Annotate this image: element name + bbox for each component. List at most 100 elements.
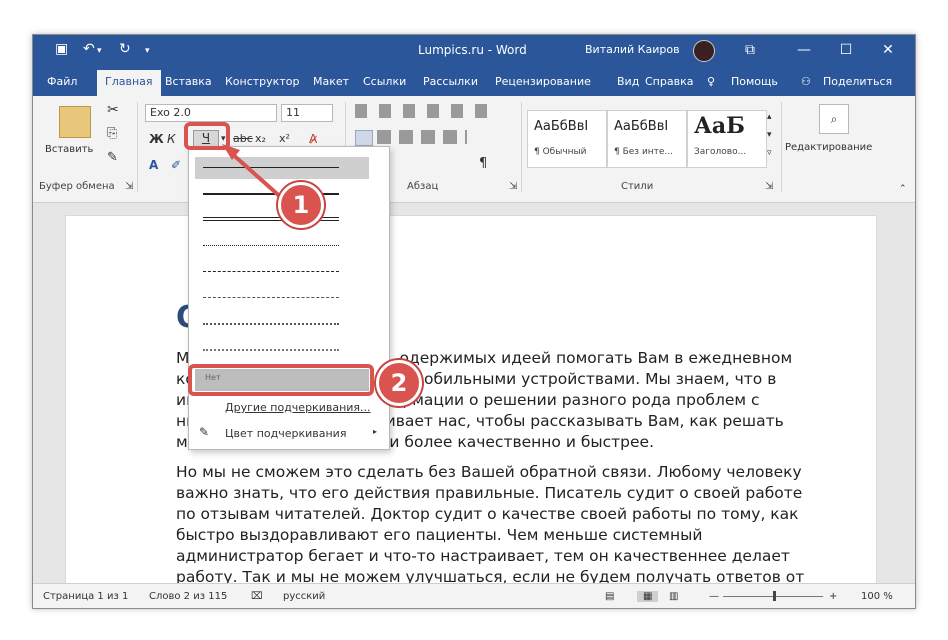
pilcrow-icon[interactable]: ¶ (479, 156, 487, 171)
paragraph-line: быстро выздоравливают его пациенты. Чем … (176, 526, 703, 544)
minimize-button[interactable]: — (791, 39, 817, 61)
tab-insert[interactable]: Вставка (165, 75, 212, 88)
style-name: ¶ Без инте... (614, 147, 674, 157)
subscript-button[interactable]: x₂ (255, 132, 266, 145)
highlight-icon[interactable]: ✐ (171, 158, 181, 172)
underline-color-icon: ✎ (199, 425, 210, 439)
maximize-button[interactable]: ☐ (833, 39, 859, 61)
styles-scroll-down-icon[interactable]: ▾ (767, 130, 772, 140)
ribbon: Вставить ✂ ⎘ ✎ Буфер обмена ⇲ Exo 2.0 11… (33, 96, 915, 203)
underline-single[interactable] (203, 167, 339, 168)
undo-dropdown-icon[interactable]: ▾ (97, 46, 102, 56)
underline-dashed[interactable] (203, 271, 339, 272)
more-underlines-button[interactable]: Другие подчеркивания... (225, 401, 371, 414)
font-size-field[interactable]: 11 (281, 104, 333, 122)
search-icon[interactable]: ⌕ (819, 104, 849, 134)
styles-scroll-up-icon[interactable]: ▴ (767, 112, 772, 122)
underline-option-single-hover[interactable] (195, 157, 369, 179)
styles-group-label: Стили (621, 181, 654, 192)
tab-assist[interactable]: Помощь (731, 75, 778, 88)
bold-button[interactable]: Ж (149, 132, 164, 146)
customize-icon[interactable]: ▾ (145, 46, 150, 56)
underline-dash-dot-dot[interactable] (203, 323, 339, 325)
save-icon[interactable]: ▣ (55, 41, 68, 57)
dialog-launcher-icon[interactable]: ⇲ (509, 181, 517, 192)
close-button[interactable]: ✕ (875, 39, 901, 61)
style-preview: АаБ (694, 113, 745, 139)
style-no-spacing[interactable]: АаБбВвІ ¶ Без инте... (607, 110, 687, 168)
tab-design[interactable]: Конструктор (225, 75, 299, 88)
print-layout-icon[interactable]: ▦ (637, 591, 659, 602)
underline-dotted[interactable] (203, 245, 339, 246)
align-left-button[interactable] (355, 130, 373, 146)
tab-home[interactable]: Главная (97, 70, 161, 96)
page-count[interactable]: Страница 1 из 1 (43, 591, 128, 602)
status-bar: Страница 1 из 1 Слово 2 из 115 ⌧ русский… (33, 583, 915, 608)
redo-icon[interactable]: ↻ (119, 41, 131, 57)
underline-color-button[interactable]: Цвет подчеркивания (225, 427, 346, 440)
ribbon-tabs: Файл Главная Вставка Конструктор Макет С… (33, 66, 915, 96)
window-title: Lumpics.ru - Word (418, 43, 527, 57)
collapse-ribbon-icon[interactable]: ⌃ (899, 184, 907, 194)
list-buttons-icon[interactable] (355, 104, 495, 118)
document-area: О Мы — группа энтузиастов, одержимых иде… (33, 203, 915, 583)
callout-badge: 1 (278, 182, 324, 228)
divider (521, 102, 522, 192)
tab-mailings[interactable]: Рассылки (423, 75, 478, 88)
document-page[interactable]: О Мы — группа энтузиастов, одержимых иде… (65, 215, 877, 583)
tab-references[interactable]: Ссылки (363, 75, 406, 88)
tab-layout[interactable]: Макет (313, 75, 349, 88)
align-buttons-icon[interactable] (377, 130, 467, 144)
underline-dash-dot[interactable] (203, 297, 339, 298)
paragraph-line: Но мы не сможем это сделать без Вашей об… (176, 463, 802, 481)
superscript-button[interactable]: x² (279, 132, 290, 145)
callout-none-option (188, 364, 374, 396)
editing-button[interactable]: Редактирование (785, 142, 872, 153)
styles-more-icon[interactable]: ▿ (767, 148, 772, 158)
zoom-in-button[interactable]: + (829, 591, 837, 602)
tab-view[interactable]: Вид (617, 75, 639, 88)
copy-icon[interactable]: ⎘ (107, 126, 117, 141)
divider (781, 102, 782, 192)
share-icon[interactable]: ⚇ (801, 75, 811, 88)
lightbulb-icon[interactable]: ♀ (707, 75, 715, 88)
read-mode-icon[interactable]: ▤ (605, 591, 614, 602)
style-preview: АаБбВвІ (614, 119, 669, 134)
tab-review[interactable]: Рецензирование (495, 75, 591, 88)
clear-formatting-icon[interactable]: A̷ (309, 132, 317, 146)
undo-icon[interactable]: ↶ (83, 41, 95, 57)
paste-button[interactable]: Вставить (45, 144, 93, 155)
dialog-launcher-icon[interactable]: ⇲ (125, 181, 133, 192)
zoom-slider-thumb[interactable] (773, 591, 776, 601)
style-name: ¶ Обычный (534, 147, 587, 157)
tab-help[interactable]: Справка (645, 75, 693, 88)
user-name[interactable]: Виталий Каиров (585, 43, 680, 56)
style-heading[interactable]: АаБ Заголово... (687, 110, 767, 168)
proofing-icon[interactable]: ⌧ (251, 591, 263, 602)
web-layout-icon[interactable]: ▥ (669, 591, 678, 602)
avatar[interactable] (693, 40, 715, 62)
paragraph-group-label: Абзац (407, 181, 439, 192)
font-name-field[interactable]: Exo 2.0 (145, 104, 277, 122)
style-name: Заголово... (694, 147, 747, 157)
clipboard-icon[interactable] (59, 106, 91, 138)
paragraph-line: по отзывам читателей. Доктор судит о кач… (176, 505, 799, 523)
format-painter-icon[interactable]: ✎ (107, 150, 118, 165)
underline-wave[interactable] (203, 349, 339, 351)
style-normal[interactable]: АаБбВвІ ¶ Обычный (527, 110, 607, 168)
word-count[interactable]: Слово 2 из 115 (149, 591, 227, 602)
italic-button[interactable]: К (167, 132, 176, 146)
paragraph-line: важно знать, что его действия правильные… (176, 484, 803, 502)
zoom-out-button[interactable]: — (709, 591, 719, 602)
ribbon-options-icon[interactable]: ⧉ (737, 39, 763, 61)
tab-file[interactable]: Файл (47, 75, 77, 88)
dialog-launcher-icon[interactable]: ⇲ (765, 181, 773, 192)
paragraph-line: администратор бегает и что-то настраивае… (176, 547, 790, 565)
language-indicator[interactable]: русский (283, 591, 325, 602)
text-effects-icon[interactable]: A (149, 158, 158, 172)
word-window: ▣ ↶ ▾ ↻ ▾ Lumpics.ru - Word Виталий Каир… (32, 34, 916, 609)
cut-icon[interactable]: ✂ (107, 102, 119, 118)
share-button[interactable]: Поделиться (823, 75, 892, 88)
zoom-level[interactable]: 100 % (861, 591, 893, 602)
strikethrough-button[interactable]: abc (233, 132, 253, 145)
